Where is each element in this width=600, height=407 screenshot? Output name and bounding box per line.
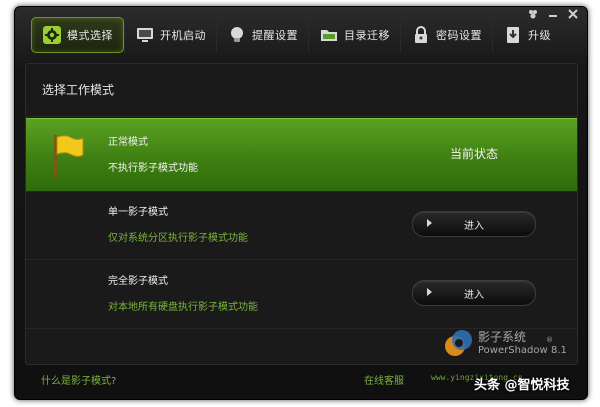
tab-label: 提醒设置 xyxy=(252,29,298,42)
mode-name: 完全影子模式 xyxy=(108,276,168,287)
download-icon xyxy=(503,25,523,45)
watermark: 头条 @智悦科技 xyxy=(474,378,570,393)
tab-startup[interactable]: 开机启动 xyxy=(124,17,216,53)
enter-full-shadow-button[interactable]: 进入 xyxy=(412,280,536,306)
product-logo: 影子系统 PowerShadow ® 8.1 xyxy=(442,326,572,360)
tab-reminder[interactable]: 提醒设置 xyxy=(216,17,308,53)
tab-password[interactable]: 密码设置 xyxy=(400,17,492,53)
tab-upgrade[interactable]: 升级 xyxy=(492,17,561,53)
tab-label: 目录迁移 xyxy=(344,29,390,42)
product-version: 8.1 xyxy=(551,345,567,356)
tab-mode-select[interactable]: 模式选择 xyxy=(31,17,124,53)
mode-row-single-shadow: 单一影子模式 仅对系统分区执行影子模式功能 进入 xyxy=(26,191,577,260)
online-service-link[interactable]: 在线客服 xyxy=(364,372,404,387)
mode-row-normal[interactable]: 正常模式 不执行影子模式功能 当前状态 xyxy=(26,118,577,192)
mode-name: 单一影子模式 xyxy=(108,207,168,218)
panel-title: 选择工作模式 xyxy=(26,64,577,117)
mode-desc: 对本地所有硬盘执行影子模式功能 xyxy=(108,302,258,313)
enter-single-shadow-button[interactable]: 进入 xyxy=(412,211,536,237)
toolbar: 模式选择 开机启动 提醒设置 目录迁移 密码设置 升级 xyxy=(31,17,561,57)
powershadow-logo-icon xyxy=(445,330,472,356)
tab-label: 模式选择 xyxy=(67,29,113,42)
gear-icon xyxy=(42,25,62,45)
mode-panel: 选择工作模式 正常模式 不执行影子模式功能 当前状态 单一影子模式 仅对系统分区… xyxy=(25,63,578,365)
tab-directory-migration[interactable]: 目录迁移 xyxy=(308,17,400,53)
yellow-flag-icon xyxy=(50,133,86,179)
folder-icon xyxy=(319,25,339,45)
what-is-shadow-mode-link[interactable]: 什么是影子模式? xyxy=(41,372,116,387)
mode-row-full-shadow: 完全影子模式 对本地所有硬盘执行影子模式功能 进入 xyxy=(26,260,577,329)
registered-mark: ® xyxy=(546,336,553,344)
button-label: 进入 xyxy=(464,221,484,232)
tab-label: 升级 xyxy=(528,29,551,42)
close-icon[interactable] xyxy=(567,9,579,19)
product-name-cn: 影子系统 xyxy=(478,330,527,344)
tab-label: 开机启动 xyxy=(160,29,206,42)
tab-label: 密码设置 xyxy=(436,29,482,42)
mode-desc: 不执行影子模式功能 xyxy=(108,163,198,174)
product-name-en: PowerShadow xyxy=(478,345,548,356)
bulb-icon xyxy=(227,25,247,45)
current-status-label: 当前状态 xyxy=(450,147,499,161)
lock-icon xyxy=(411,25,431,45)
mode-name: 正常模式 xyxy=(108,137,148,148)
app-window: 模式选择 开机启动 提醒设置 目录迁移 密码设置 升级 选择工作模式 正常模式 … xyxy=(14,6,588,400)
monitor-icon xyxy=(135,25,155,45)
button-label: 进入 xyxy=(464,290,484,301)
mode-desc: 仅对系统分区执行影子模式功能 xyxy=(108,233,248,244)
